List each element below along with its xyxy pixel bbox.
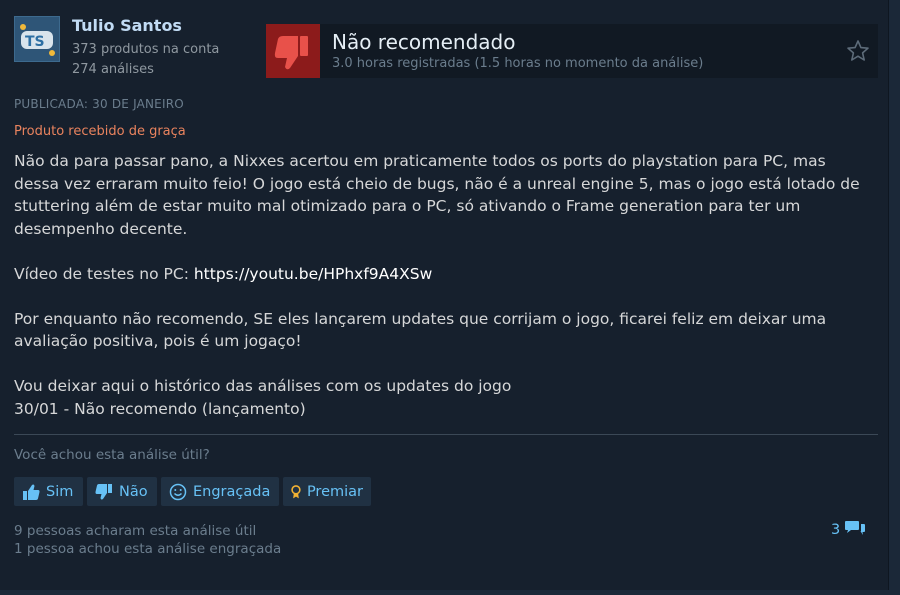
author-products-count[interactable]: 373 produtos na conta [72,42,219,57]
helpful-count: 9 pessoas acharam esta análise útil [14,523,257,539]
review-paragraph: 30/01 - Não recomendo (lançamento) [14,399,306,418]
funny-count: 1 pessoa achou esta análise engraçada [14,541,282,557]
avatar[interactable]: TS [14,16,60,62]
review-paragraph: Não da para passar pano, a Nixxes acerto… [14,152,860,238]
review-paragraph: Por enquanto não recomendo, SE eles lanç… [14,309,827,351]
video-prefix: Vídeo de testes no PC: [14,264,194,283]
thumbs-down-icon [95,483,112,500]
speech-bubble-icon [845,521,866,535]
vote-yes-button[interactable]: Sim [14,477,83,506]
vote-no-button[interactable]: Não [87,477,157,506]
review-video-line: Vídeo de testes no PC: https://youtu.be/… [14,263,874,286]
thumbs-up-icon [23,483,40,500]
thumbs-down-icon [266,24,320,78]
award-button[interactable]: Premiar [283,477,371,506]
vote-funny-button[interactable]: Engraçada [161,477,279,506]
star-icon[interactable] [846,39,870,63]
posted-date: PUBLICADA: 30 DE JANEIRO [14,97,184,111]
vote-yes-label: Sim [46,483,74,500]
verdict-header[interactable]: Não recomendado 3.0 horas registradas (1… [266,24,878,78]
received-free-label: Produto recebido de graça [14,124,186,139]
author-name[interactable]: Tulio Santos [72,16,182,35]
review-paragraph: Vou deixar aqui o histórico das análises… [14,377,512,395]
award-label: Premiar [306,483,363,500]
verdict-title: Não recomendado [332,30,516,54]
vote-no-label: Não [119,483,148,500]
comments-link[interactable]: 3 [831,520,866,540]
video-link[interactable]: https://youtu.be/HPhxf9A4XSw [194,265,432,283]
helpful-question: Você achou esta análise útil? [14,447,210,463]
comments-count: 3 [831,522,841,538]
review-card: TS Tulio Santos 373 produtos na conta 27… [0,0,889,590]
smiley-icon [169,483,187,500]
review-body: Não da para passar pano, a Nixxes acerto… [14,150,874,420]
author-reviews-count[interactable]: 274 análises [72,62,154,77]
avatar-image: TS [15,17,59,61]
award-icon [291,484,301,498]
svg-text:TS: TS [25,34,45,50]
divider [14,434,878,435]
vote-funny-label: Engraçada [193,483,271,500]
hours-played: 3.0 horas registradas (1.5 horas no mome… [332,56,704,71]
